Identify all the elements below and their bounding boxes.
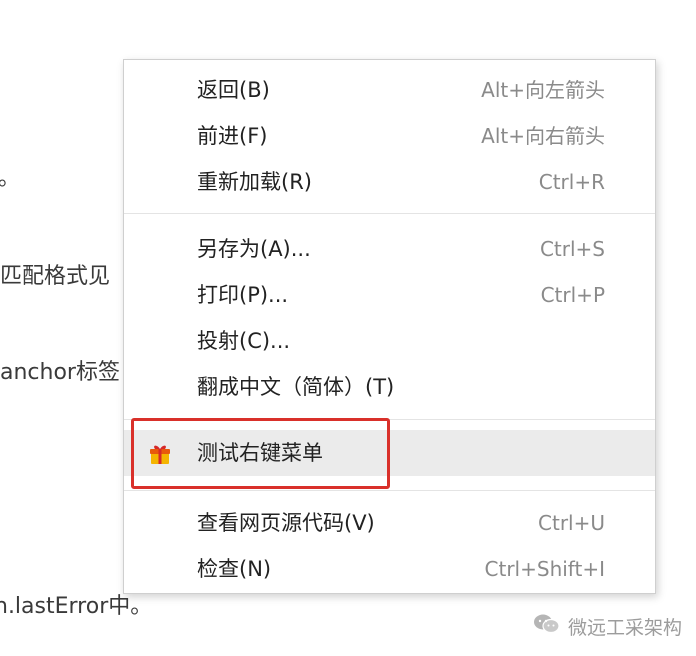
menu-item-inspect[interactable]: 检查(N) Ctrl+Shift+I (124, 546, 655, 592)
menu-item-shortcut: Ctrl+R (538, 170, 605, 194)
menu-item-cast[interactable]: 投射(C)... (124, 318, 655, 364)
menu-item-save-as[interactable]: 另存为(A)... Ctrl+S (124, 226, 655, 272)
menu-item-label: 另存为(A)... (197, 237, 311, 261)
highlight-annotation-box (131, 418, 390, 489)
menu-item-view-source[interactable]: 查看网页源代码(V) Ctrl+U (124, 500, 655, 546)
background-text-1: 。 (0, 166, 21, 191)
menu-item-shortcut: Alt+向右箭头 (481, 124, 605, 148)
menu-separator (124, 490, 655, 491)
menu-item-shortcut: Alt+向左箭头 (481, 78, 605, 102)
menu-item-shortcut: Ctrl+P (540, 283, 605, 307)
menu-item-label: 检查(N) (197, 557, 272, 581)
menu-item-label: 前进(F) (197, 124, 268, 148)
menu-item-forward[interactable]: 前进(F) Alt+向右箭头 (124, 113, 655, 159)
menu-item-label: 翻成中文（简体）(T) (197, 375, 395, 399)
context-menu: 返回(B) Alt+向左箭头 前进(F) Alt+向右箭头 重新加载(R) Ct… (123, 59, 656, 594)
menu-separator (124, 213, 655, 214)
watermark: 微远工采架构 (532, 612, 682, 640)
menu-item-shortcut: Ctrl+S (539, 237, 605, 261)
background-text-3: anchor标签 (0, 360, 120, 385)
menu-item-label: 重新加载(R) (197, 170, 312, 194)
menu-item-label: 投射(C)... (197, 329, 291, 353)
menu-item-translate[interactable]: 翻成中文（简体）(T) (124, 364, 655, 410)
menu-item-reload[interactable]: 重新加载(R) Ctrl+R (124, 159, 655, 205)
menu-item-label: 查看网页源代码(V) (197, 511, 375, 535)
watermark-text: 微远工采架构 (567, 616, 682, 639)
menu-item-label: 打印(P)... (197, 283, 289, 307)
menu-item-shortcut: Ctrl+Shift+I (484, 557, 605, 581)
wechat-icon (532, 612, 562, 640)
menu-item-label: 返回(B) (197, 78, 270, 102)
menu-item-print[interactable]: 打印(P)... Ctrl+P (124, 272, 655, 318)
background-text-2: 匹配格式见 (0, 264, 111, 289)
menu-item-back[interactable]: 返回(B) Alt+向左箭头 (124, 67, 655, 113)
menu-item-shortcut: Ctrl+U (538, 511, 605, 535)
